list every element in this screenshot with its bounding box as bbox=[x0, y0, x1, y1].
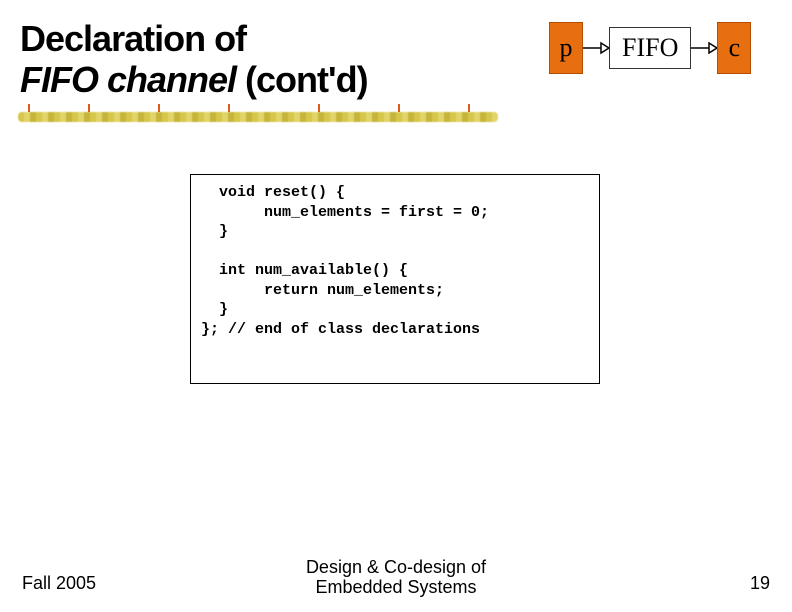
producer-label: p bbox=[560, 33, 573, 63]
slide: Declaration of FIFO channel (cont'd) p F… bbox=[0, 0, 792, 612]
fifo-label: FIFO bbox=[622, 33, 678, 63]
footer-center: Design & Co-design of Embedded Systems bbox=[0, 557, 792, 598]
footer-center-line1: Design & Co-design of bbox=[306, 557, 486, 577]
title-line-1: Declaration of bbox=[20, 18, 560, 59]
title-line-2: FIFO channel (cont'd) bbox=[20, 59, 560, 100]
code-block: void reset() { num_elements = first = 0;… bbox=[190, 174, 600, 384]
slide-title: Declaration of FIFO channel (cont'd) bbox=[20, 18, 560, 101]
producer-box: p bbox=[549, 22, 583, 74]
page-number: 19 bbox=[750, 573, 770, 594]
consumer-box: c bbox=[717, 22, 751, 74]
title-underline-decoration bbox=[18, 110, 498, 126]
fifo-box: FIFO bbox=[609, 27, 691, 69]
title-italic-part: FIFO channel bbox=[20, 59, 236, 100]
arrow-icon bbox=[691, 41, 717, 55]
consumer-label: c bbox=[729, 33, 741, 63]
title-plain-part: (cont'd) bbox=[236, 59, 368, 100]
footer-center-line2: Embedded Systems bbox=[315, 577, 476, 597]
fifo-diagram: p FIFO c bbox=[549, 20, 774, 76]
arrow-icon bbox=[583, 41, 609, 55]
